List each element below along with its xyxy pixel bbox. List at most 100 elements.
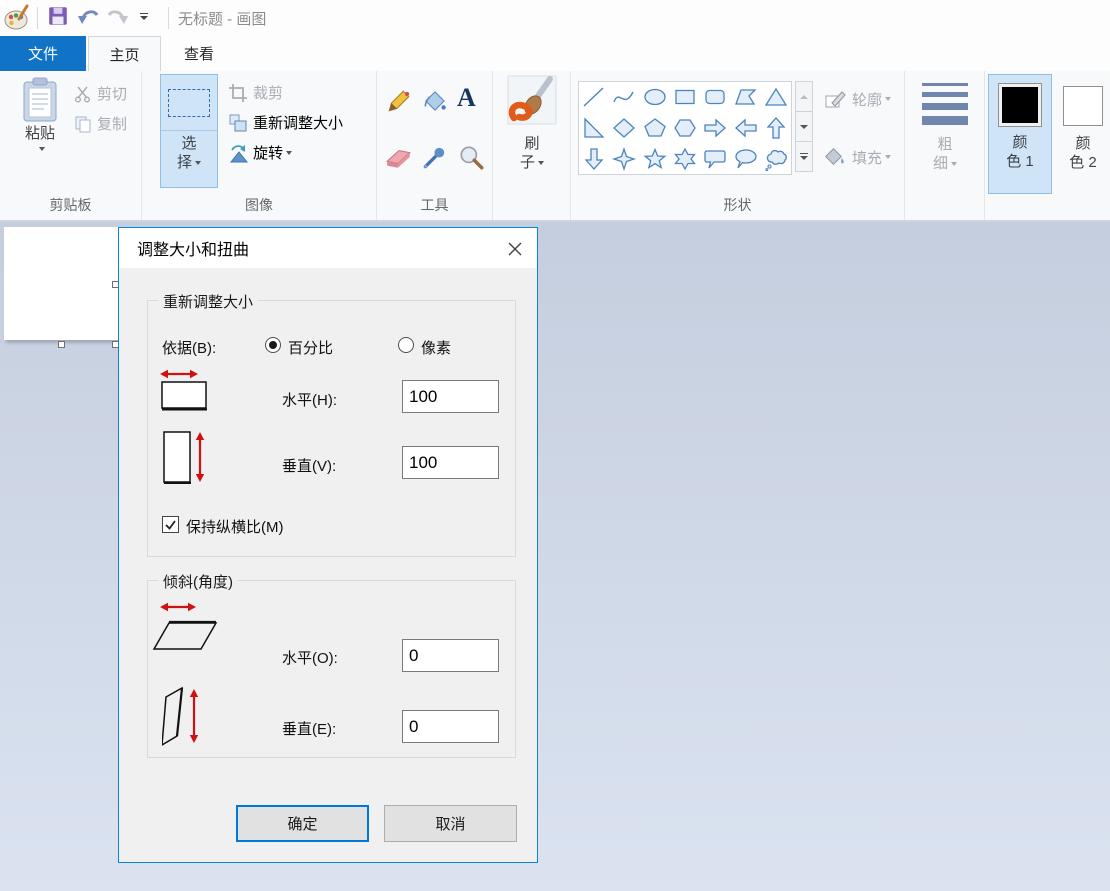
horizontal-resize-icon <box>160 366 212 412</box>
eraser-tool-button[interactable] <box>385 143 413 171</box>
color2-button[interactable]: 颜 色 2 <box>1058 74 1108 194</box>
color1-section: 颜 色 1 <box>985 71 1056 220</box>
redo-icon <box>105 5 129 27</box>
radio-pixels[interactable] <box>398 337 414 353</box>
redo-button[interactable] <box>105 5 129 27</box>
shape-rectangle-icon[interactable] <box>672 84 698 110</box>
shape-fill-icon <box>823 145 847 169</box>
color2-swatch <box>1063 86 1103 126</box>
shape-six-point-star-icon[interactable] <box>672 146 698 172</box>
cancel-button[interactable]: 取消 <box>384 805 517 842</box>
brush-button[interactable]: 刷 子 <box>500 74 564 172</box>
customize-quick-access-dropdown[interactable] <box>138 13 150 20</box>
outline-button[interactable]: 轮廓 <box>823 87 891 111</box>
color1-swatch <box>1002 87 1038 123</box>
copy-button[interactable]: 复制 <box>74 113 127 134</box>
shapes-scroll-controls <box>795 81 813 175</box>
shapes-scroll-up-button[interactable] <box>795 81 813 112</box>
window-title: 无标题 - 画图 <box>178 8 266 29</box>
crop-icon <box>228 83 248 103</box>
radio-percentage-label[interactable]: 百分比 <box>288 337 333 358</box>
magnifier-tool-button[interactable] <box>457 143 485 171</box>
shape-four-point-star-icon[interactable] <box>611 146 637 172</box>
size-section: 粗 细 <box>905 71 985 220</box>
shape-triangle-icon[interactable] <box>763 84 789 110</box>
maintain-aspect-ratio-checkbox[interactable] <box>162 516 179 533</box>
shape-line-icon[interactable] <box>581 84 607 110</box>
resize-horizontal-input[interactable] <box>402 380 499 413</box>
rotate-button[interactable]: 旋转 <box>228 142 292 163</box>
image-section: 选 择 裁剪 重新调整大小 <box>142 71 377 220</box>
size-button[interactable]: 粗 细 <box>914 77 976 173</box>
cut-button[interactable]: 剪切 <box>74 83 127 104</box>
shape-cloud-callout-icon[interactable] <box>763 146 789 172</box>
skew-vertical-input[interactable] <box>402 710 499 743</box>
color-picker-tool-button[interactable] <box>421 143 449 171</box>
chevron-down-icon <box>951 162 957 166</box>
color1-button[interactable]: 颜 色 1 <box>988 74 1052 194</box>
resize-button[interactable]: 重新调整大小 <box>228 112 343 133</box>
shape-pentagon-icon[interactable] <box>642 115 668 141</box>
dialog-title-bar[interactable]: 调整大小和扭曲 <box>119 228 537 268</box>
vertical-resize-icon <box>162 429 210 487</box>
drawing-canvas[interactable] <box>4 227 119 340</box>
fill-tool-button[interactable] <box>421 87 449 115</box>
shapes-scroll-down-button[interactable] <box>795 111 813 142</box>
shape-up-arrow-icon[interactable] <box>763 115 789 141</box>
shape-oval-callout-icon[interactable] <box>733 146 759 172</box>
color2-label-line1: 颜 <box>1075 134 1090 153</box>
resize-group: 重新调整大小 依据(B): 百分比 像素 水平(H): <box>147 300 516 557</box>
shape-left-arrow-icon[interactable] <box>733 115 759 141</box>
shape-five-point-star-icon[interactable] <box>642 146 668 172</box>
shape-right-arrow-icon[interactable] <box>702 115 728 141</box>
radio-percentage[interactable] <box>265 337 281 353</box>
color1-label-line2: 色 1 <box>1006 152 1034 171</box>
tools-section: A 工 <box>377 71 493 220</box>
eraser-icon <box>385 143 413 171</box>
tab-home[interactable]: 主页 <box>88 36 161 71</box>
shape-right-triangle-icon[interactable] <box>581 115 607 141</box>
text-tool-button[interactable]: A <box>457 85 476 111</box>
shape-hexagon-icon[interactable] <box>672 115 698 141</box>
magnifier-icon <box>457 143 485 171</box>
canvas-resize-handle-bottom[interactable] <box>58 341 65 348</box>
maintain-aspect-ratio-label[interactable]: 保持纵横比(M) <box>186 516 284 537</box>
select-label-line1: 选 <box>161 134 217 153</box>
shapes-section-label: 形状 <box>571 195 904 215</box>
select-button[interactable]: 选 择 <box>160 74 218 188</box>
outline-label: 轮廓 <box>852 89 882 110</box>
selection-rectangle-icon <box>168 89 210 117</box>
paint-window: 无标题 - 画图 文件 主页 查看 粘贴 <box>0 0 1110 891</box>
pencil-icon <box>385 87 413 115</box>
image-section-label: 图像 <box>142 195 376 215</box>
tab-file[interactable]: 文件 <box>0 36 86 71</box>
radio-pixels-label[interactable]: 像素 <box>421 337 451 358</box>
shapes-expand-gallery-button[interactable] <box>795 141 813 172</box>
resize-vertical-label: 垂直(V): <box>282 455 336 476</box>
shape-curve-icon[interactable] <box>611 84 637 110</box>
close-icon <box>507 241 523 257</box>
shape-rounded-callout-icon[interactable] <box>702 146 728 172</box>
resize-horizontal-label: 水平(H): <box>282 389 337 410</box>
dropdown-bar-icon <box>140 13 148 14</box>
app-menu-button[interactable] <box>3 4 31 32</box>
save-button[interactable] <box>47 5 69 27</box>
shape-fill-button[interactable]: 填充 <box>823 145 891 169</box>
tab-view[interactable]: 查看 <box>162 36 236 71</box>
size-label-line1: 粗 <box>937 135 952 154</box>
checkmark-icon <box>163 517 178 532</box>
ok-button[interactable]: 确定 <box>236 805 369 842</box>
shape-polygon-icon[interactable] <box>733 84 759 110</box>
paste-button[interactable]: 粘贴 <box>11 76 69 151</box>
pencil-tool-button[interactable] <box>385 87 413 115</box>
crop-button[interactable]: 裁剪 <box>228 82 283 103</box>
dialog-close-button[interactable] <box>505 239 525 259</box>
shape-down-arrow-icon[interactable] <box>581 146 607 172</box>
resize-vertical-input[interactable] <box>402 446 499 479</box>
shape-rounded-rectangle-icon[interactable] <box>702 84 728 110</box>
ribbon: 粘贴 剪切 复制 <box>0 71 1110 222</box>
skew-horizontal-input[interactable] <box>402 639 499 672</box>
undo-button[interactable] <box>77 5 101 27</box>
shape-oval-icon[interactable] <box>642 84 668 110</box>
shape-diamond-icon[interactable] <box>611 115 637 141</box>
